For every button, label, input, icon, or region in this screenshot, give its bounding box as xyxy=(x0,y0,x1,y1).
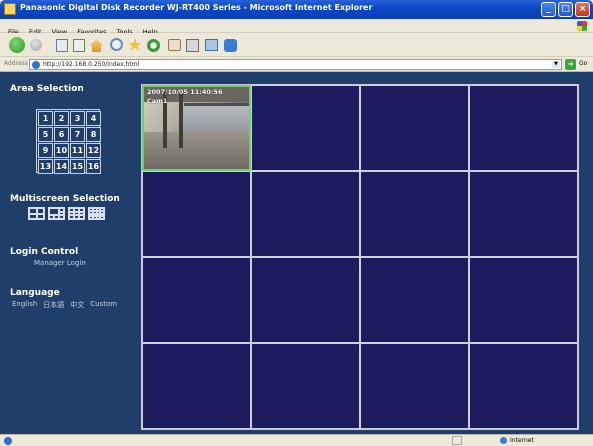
forward-icon[interactable] xyxy=(30,39,42,51)
language-options: English 日本語 中文 Custom xyxy=(12,300,117,310)
area-button-2[interactable]: 2 xyxy=(54,111,69,126)
16-split-screen-icon[interactable] xyxy=(88,207,105,220)
language-chinese[interactable]: 中文 xyxy=(70,300,84,310)
camera-cell-3[interactable] xyxy=(360,85,469,171)
camera-cell-2[interactable] xyxy=(251,85,360,171)
camera-cell-12[interactable] xyxy=(469,257,578,343)
camera-cell-1[interactable]: 2007/10/05 11:40:56 Cam1 xyxy=(142,85,251,171)
status-panel xyxy=(452,436,462,445)
area-button-13[interactable]: 13 xyxy=(38,159,53,174)
camera-cell-16[interactable] xyxy=(469,343,578,429)
language-title: Language xyxy=(10,288,60,298)
camera-cell-14[interactable] xyxy=(251,343,360,429)
area-button-5[interactable]: 5 xyxy=(38,127,53,142)
language-japanese[interactable]: 日本語 xyxy=(43,300,64,310)
login-control-title: Login Control xyxy=(10,247,79,257)
area-button-12[interactable]: 12 xyxy=(86,143,101,158)
security-zone-label: Internet xyxy=(510,437,534,444)
menu-bar: File Edit View Favorites Tools Help xyxy=(0,19,593,36)
go-button[interactable]: Go xyxy=(579,60,587,67)
area-button-16[interactable]: 16 xyxy=(86,159,101,174)
stop-icon[interactable] xyxy=(56,39,68,52)
area-button-14[interactable]: 14 xyxy=(54,159,69,174)
area-button-10[interactable]: 10 xyxy=(54,143,69,158)
sidebar: Area Selection 1 2 3 4 5 6 7 8 9 10 11 1… xyxy=(0,72,141,434)
camera-name: Cam1 xyxy=(147,97,168,105)
edit-icon[interactable] xyxy=(205,39,218,51)
page-status-icon xyxy=(4,437,12,445)
title-bar: Panasonic Digital Disk Recorder WJ-RT400… xyxy=(0,0,593,19)
area-button-7[interactable]: 7 xyxy=(70,127,85,142)
language-custom[interactable]: Custom xyxy=(90,300,117,310)
history-icon[interactable] xyxy=(147,39,160,52)
camera-cell-10[interactable] xyxy=(251,257,360,343)
area-selection-title: Area Selection xyxy=(10,84,84,94)
camera-cell-5[interactable] xyxy=(142,171,251,257)
camera-cell-9[interactable] xyxy=(142,257,251,343)
minimize-button[interactable]: _ xyxy=(541,2,556,17)
area-selection-grid: 1 2 3 4 5 6 7 8 9 10 11 12 13 14 15 16 xyxy=(36,109,101,174)
messenger-icon[interactable] xyxy=(224,39,237,52)
camera-cell-11[interactable] xyxy=(360,257,469,343)
address-url: http://192.168.0.250/index.html xyxy=(43,61,140,68)
camera-grid: 2007/10/05 11:40:56 Cam1 xyxy=(141,84,579,430)
address-input[interactable]: http://192.168.0.250/index.html ▼ xyxy=(29,59,562,70)
address-label: Address xyxy=(4,60,28,67)
favorites-icon[interactable] xyxy=(128,38,142,51)
camera-cell-15[interactable] xyxy=(360,343,469,429)
toolbar xyxy=(0,33,593,57)
area-button-4[interactable]: 4 xyxy=(86,111,101,126)
camera-cell-13[interactable] xyxy=(142,343,251,429)
area-button-1[interactable]: 1 xyxy=(38,111,53,126)
refresh-icon[interactable] xyxy=(73,39,85,52)
page-icon xyxy=(32,61,40,69)
address-bar: Address http://192.168.0.250/index.html … xyxy=(0,57,593,72)
page-content: Area Selection 1 2 3 4 5 6 7 8 9 10 11 1… xyxy=(0,72,593,434)
area-button-11[interactable]: 11 xyxy=(70,143,85,158)
7-split-screen-icon[interactable] xyxy=(48,207,65,220)
multiscreen-buttons xyxy=(28,207,105,220)
camera-cell-7[interactable] xyxy=(360,171,469,257)
window-title: Panasonic Digital Disk Recorder WJ-RT400… xyxy=(20,3,373,12)
9-split-screen-icon[interactable] xyxy=(68,207,85,220)
multiscreen-selection-title: Multiscreen Selection xyxy=(10,194,120,204)
close-button[interactable]: × xyxy=(575,2,590,17)
quad-screen-icon[interactable] xyxy=(28,207,45,220)
manager-login-link[interactable]: Manager Login xyxy=(34,259,86,267)
camera-cell-4[interactable] xyxy=(469,85,578,171)
back-icon[interactable] xyxy=(9,37,25,53)
area-button-3[interactable]: 3 xyxy=(70,111,85,126)
print-icon[interactable] xyxy=(186,39,199,52)
language-english[interactable]: English xyxy=(12,300,37,310)
area-button-15[interactable]: 15 xyxy=(70,159,85,174)
browser-window: Panasonic Digital Disk Recorder WJ-RT400… xyxy=(0,0,593,446)
area-button-9[interactable]: 9 xyxy=(38,143,53,158)
search-icon[interactable] xyxy=(110,38,123,51)
camera-cell-8[interactable] xyxy=(469,171,578,257)
maximize-button[interactable]: □ xyxy=(558,2,573,17)
home-icon[interactable] xyxy=(90,39,103,52)
internet-zone-icon xyxy=(500,437,507,444)
mail-icon[interactable] xyxy=(168,39,181,51)
address-dropdown-icon[interactable]: ▼ xyxy=(552,61,560,68)
windows-flag-icon xyxy=(577,21,587,31)
area-button-8[interactable]: 8 xyxy=(86,127,101,142)
area-button-6[interactable]: 6 xyxy=(54,127,69,142)
camera-timestamp: 2007/10/05 11:40:56 xyxy=(147,88,223,96)
status-bar: Internet xyxy=(0,434,593,446)
ie-app-icon xyxy=(4,3,16,15)
go-arrow-icon[interactable]: ➜ xyxy=(565,59,576,70)
camera-cell-6[interactable] xyxy=(251,171,360,257)
